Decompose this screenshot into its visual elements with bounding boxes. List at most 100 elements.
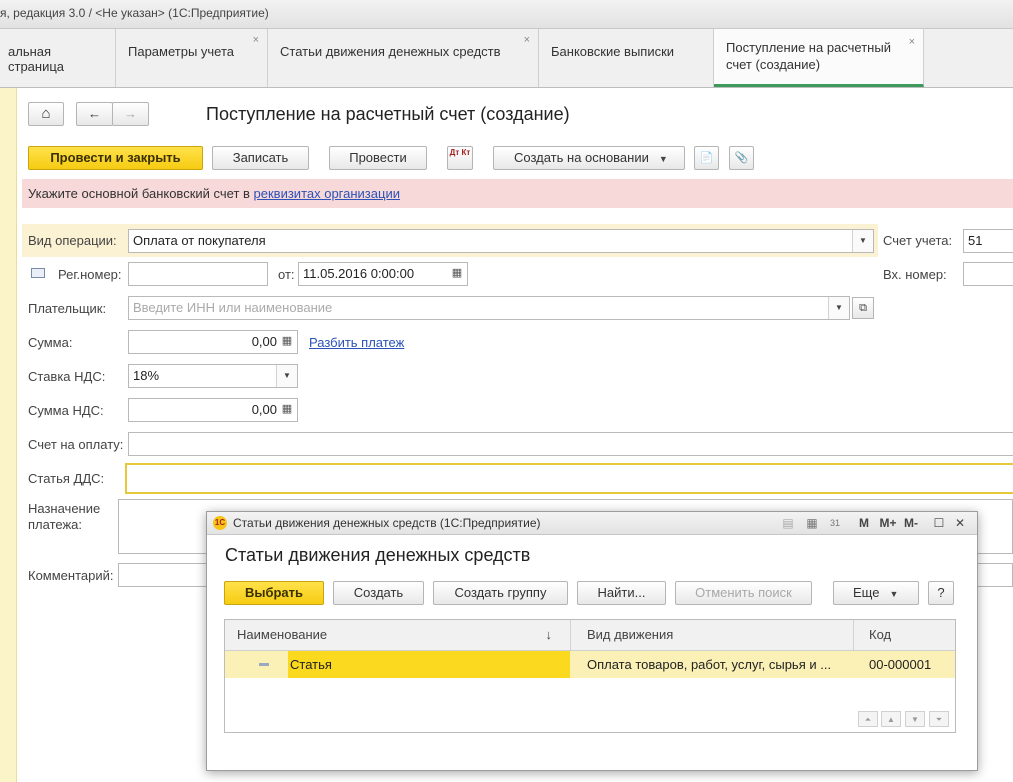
scroll-down-icon[interactable]: ▼ <box>905 711 925 727</box>
scroll-up-icon[interactable]: ▲ <box>881 711 901 727</box>
tab-home[interactable]: альная страница <box>0 29 116 87</box>
column-header-movement[interactable]: Вид движения <box>571 620 854 650</box>
m-plus-button[interactable]: M+ <box>877 514 899 532</box>
home-button[interactable]: ⌂ <box>28 102 64 126</box>
table-row[interactable]: Статья Оплата товаров, работ, услуг, сыр… <box>225 651 955 678</box>
op-type-value: Оплата от покупателя <box>133 233 266 248</box>
tab-label: Параметры учета <box>128 44 235 59</box>
close-icon[interactable]: × <box>253 34 259 46</box>
chevron-down-icon[interactable]: ▼ <box>852 230 873 252</box>
post-button[interactable]: Провести <box>329 146 427 170</box>
select-button[interactable]: Выбрать <box>224 581 324 605</box>
comment-label: Комментарий: <box>28 568 114 583</box>
dialog-heading: Статьи движения денежных средств <box>225 545 531 565</box>
cell-movement[interactable]: Оплата товаров, работ, услуг, сырья и ..… <box>571 651 854 678</box>
account-label: Счет учета: <box>883 233 953 248</box>
payer-label: Плательщик: <box>28 301 107 316</box>
chevron-down-icon: ▼ <box>889 589 899 599</box>
close-icon[interactable]: × <box>524 34 530 46</box>
date-field[interactable]: 11.05.2016 0:00:00 ▦ <box>298 262 468 286</box>
tab-accounting-params[interactable]: Параметры учета × <box>116 29 268 87</box>
table-icon[interactable]: ▦ <box>805 514 819 532</box>
m-button[interactable]: M <box>857 514 871 532</box>
scroll-bottom-icon[interactable]: ⏷ <box>929 711 949 727</box>
more-button[interactable]: Еще ▼ <box>833 581 919 605</box>
purpose-label-line1: Назначение <box>28 501 101 516</box>
dialog-window-title: Статьи движения денежных средств (1С:Пре… <box>233 516 541 530</box>
home-icon: ⌂ <box>41 105 51 122</box>
calendar-icon[interactable]: 31 <box>827 514 843 532</box>
maximize-icon[interactable]: ☐ <box>931 514 947 532</box>
vat-rate-select[interactable]: 18% ▼ <box>128 364 298 388</box>
post-and-close-button[interactable]: Провести и закрыть <box>28 146 203 170</box>
forward-button[interactable]: → <box>112 102 149 126</box>
op-type-select[interactable]: Оплата от покупателя ▼ <box>128 229 874 253</box>
org-requisites-link[interactable]: реквизитах организации <box>254 186 400 201</box>
incoming-number-field[interactable] <box>963 262 1013 286</box>
column-header-code[interactable]: Код <box>854 620 955 650</box>
split-payment-link[interactable]: Разбить платеж <box>309 335 404 350</box>
cancel-search-button[interactable]: Отменить поиск <box>675 581 812 605</box>
vat-sum-value: 0,00 <box>251 402 277 417</box>
sum-field[interactable]: 0,00 ▦ <box>128 330 298 354</box>
tab-label: альная страница <box>8 44 65 74</box>
document-icon[interactable]: ▤ <box>781 514 795 532</box>
dds-item-field[interactable] <box>125 463 1013 494</box>
arrow-left-icon: ← <box>88 106 101 121</box>
arrow-right-icon: → <box>124 106 137 121</box>
reg-number-field[interactable] <box>128 262 268 286</box>
report-icon[interactable]: 📄 <box>694 146 719 170</box>
calculator-icon[interactable]: ▦ <box>279 401 295 417</box>
scroll-top-icon[interactable]: ⏶ <box>858 711 878 727</box>
more-label: Еще <box>853 585 880 600</box>
items-table: Наименование ↓ Вид движения Код Статья О… <box>224 619 956 733</box>
chevron-down-icon: ▼ <box>658 154 668 164</box>
tab-bank-statements[interactable]: Банковские выписки <box>539 29 714 87</box>
chevron-down-icon[interactable]: ▼ <box>828 297 849 319</box>
create-button[interactable]: Создать <box>333 581 424 605</box>
tab-bar: альная страница Параметры учета × Статьи… <box>0 29 1013 88</box>
calendar-icon[interactable]: ▦ <box>449 265 465 281</box>
back-button[interactable]: ← <box>76 102 113 126</box>
tab-cash-flow-items[interactable]: Статьи движения денежных средств × <box>268 29 539 87</box>
help-button[interactable]: ? <box>928 581 954 605</box>
window-title: я, редакция 3.0 / <Не указан> (1С:Предпр… <box>0 6 269 20</box>
item-icon <box>259 663 269 666</box>
date-from-label: от: <box>278 267 295 282</box>
chevron-down-icon[interactable]: ▼ <box>276 365 297 387</box>
calculator-icon[interactable]: ▦ <box>279 333 295 349</box>
vat-sum-field[interactable]: 0,00 ▦ <box>128 398 298 422</box>
m-minus-button[interactable]: M- <box>901 514 921 532</box>
left-panel-stripe <box>0 88 17 782</box>
purpose-label-line2: платежа: <box>28 517 82 532</box>
warning-text: Укажите основной банковский счет в рекви… <box>28 186 400 201</box>
create-based-on-label: Создать на основании <box>514 150 649 165</box>
create-based-on-button[interactable]: Создать на основании ▼ <box>493 146 685 170</box>
vat-rate-label: Ставка НДС: <box>28 369 106 384</box>
save-button[interactable]: Записать <box>212 146 309 170</box>
document-icon <box>31 268 45 278</box>
payer-field[interactable]: Введите ИНН или наименование ▼ <box>128 296 850 320</box>
open-icon[interactable]: ⧉ <box>852 297 874 319</box>
tab-receipt-creation[interactable]: Поступление на расчетный счет (создание)… <box>714 29 924 87</box>
tab-label: Банковские выписки <box>551 44 675 59</box>
invoice-field[interactable] <box>128 432 1013 456</box>
cell-code[interactable]: 00-000001 <box>854 651 955 678</box>
dt-kt-icon[interactable]: Дт Кт <box>447 146 473 170</box>
tab-label: Статьи движения денежных средств <box>280 44 501 59</box>
cell-name[interactable]: Статья <box>288 651 570 678</box>
close-icon[interactable]: ✕ <box>952 514 968 532</box>
close-icon[interactable]: × <box>909 34 915 51</box>
table-header: Наименование ↓ Вид движения Код <box>225 620 955 651</box>
attachment-icon[interactable]: 📎 <box>729 146 754 170</box>
sum-value: 0,00 <box>251 334 277 349</box>
account-value: 51 <box>968 233 983 248</box>
invoice-label: Счет на оплату: <box>28 437 124 452</box>
page-title: Поступление на расчетный счет (создание) <box>206 104 570 124</box>
column-header-name[interactable]: Наименование ↓ <box>225 620 571 650</box>
tab-label: Поступление на расчетный счет (создание) <box>726 40 891 72</box>
create-group-button[interactable]: Создать группу <box>433 581 568 605</box>
find-button[interactable]: Найти... <box>577 581 666 605</box>
column-label: Наименование <box>237 627 328 642</box>
account-field[interactable]: 51 <box>963 229 1013 253</box>
